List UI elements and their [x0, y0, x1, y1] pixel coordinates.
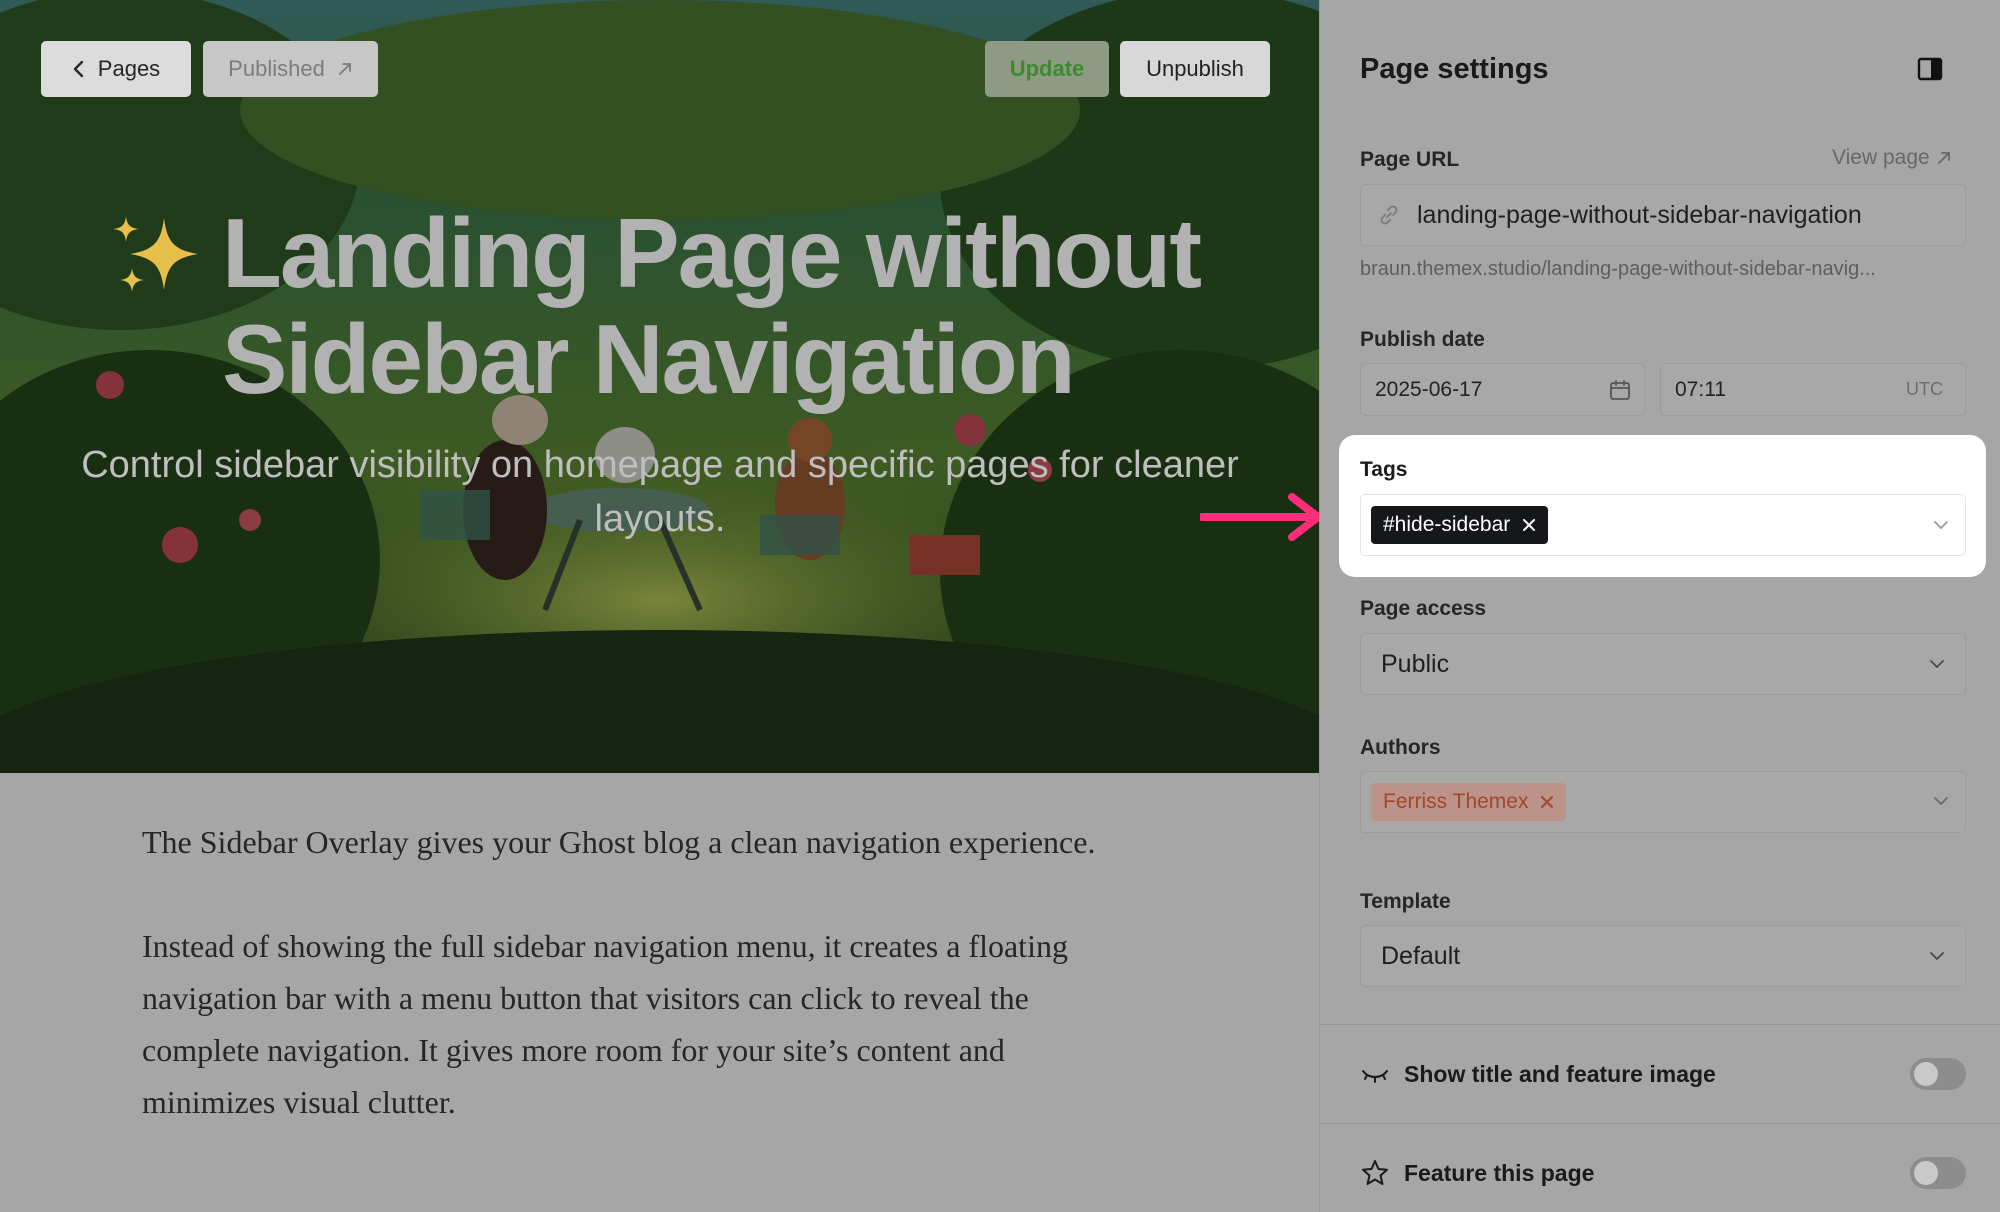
page-url-value: landing-page-without-sidebar-navigation — [1417, 200, 1862, 229]
published-link-button[interactable]: Published — [203, 41, 378, 97]
feature-page-toggle-row[interactable]: Feature this page — [1360, 1153, 1966, 1193]
page-url-input[interactable]: landing-page-without-sidebar-navigation — [1360, 184, 1966, 246]
template-select[interactable]: Default — [1360, 925, 1966, 987]
section-divider — [1320, 1024, 2000, 1025]
back-button-label: Pages — [97, 56, 161, 81]
feature-image[interactable]: Pages Published Update Unpublish Landing… — [0, 0, 1319, 773]
published-label: Published — [228, 56, 325, 81]
show-title-switch[interactable] — [1910, 1058, 1966, 1090]
chevron-left-icon — [73, 60, 83, 78]
publish-time-input[interactable]: 07:11 UTC — [1660, 363, 1966, 416]
eye-closed-icon — [1362, 1070, 1388, 1083]
chevron-down-icon — [1930, 660, 1944, 668]
article-paragraph: Instead of showing the full sidebar navi… — [142, 928, 1068, 1120]
unpublish-label: Unpublish — [1146, 56, 1244, 81]
page-url-label: Page URL — [1360, 148, 1460, 171]
template-label: Template — [1360, 890, 1451, 913]
article-paragraph: The Sidebar Overlay gives your Ghost blo… — [142, 824, 1096, 860]
publish-date-label: Publish date — [1360, 328, 1485, 351]
update-label: Update — [1009, 56, 1085, 81]
section-divider — [1320, 1123, 2000, 1124]
switch-knob — [1914, 1062, 1938, 1086]
chevron-down-icon[interactable] — [1933, 794, 1949, 808]
tag-chip[interactable]: #hide-sidebar — [1371, 506, 1549, 544]
chevron-down-icon — [1930, 952, 1944, 960]
external-arrow-icon — [338, 63, 351, 75]
publish-time-value: 07:11 — [1675, 377, 1726, 401]
tags-input[interactable]: #hide-sidebar — [1360, 494, 1966, 556]
tags-highlight-card: Tags #hide-sidebar — [1339, 435, 1986, 577]
link-icon — [1380, 205, 1398, 225]
page-access-select[interactable]: Public — [1360, 633, 1966, 695]
unpublish-button[interactable]: Unpublish — [1120, 41, 1270, 97]
remove-tag-icon[interactable] — [1522, 518, 1536, 532]
article-body[interactable]: The Sidebar Overlay gives your Ghost blo… — [142, 816, 1142, 1180]
switch-knob — [1914, 1161, 1938, 1185]
star-icon — [1362, 1160, 1388, 1185]
arrow-pointer-icon — [1200, 493, 1322, 541]
page-access-value: Public — [1381, 649, 1450, 678]
remove-author-icon[interactable] — [1540, 795, 1554, 809]
page-title[interactable]: Landing Page without Sidebar Navigation — [222, 200, 1302, 412]
page-excerpt[interactable]: Control sidebar visibility on homepage a… — [30, 438, 1290, 546]
page-access-label: Page access — [1360, 597, 1487, 620]
sparkles-icon — [113, 216, 198, 292]
chevron-down-icon[interactable] — [1933, 518, 1949, 532]
template-value: Default — [1381, 941, 1461, 970]
feature-page-switch[interactable] — [1910, 1157, 1966, 1189]
editor-area: Pages Published Update Unpublish Landing… — [0, 0, 1319, 1212]
view-page-link[interactable]: View page — [1832, 146, 1952, 170]
authors-input[interactable]: Ferriss Themex — [1360, 771, 1966, 833]
feature-page-label: Feature this page — [1404, 1159, 1595, 1186]
tags-label: Tags — [1360, 458, 1408, 481]
view-page-label: View page — [1832, 146, 1930, 169]
author-chip-label: Ferriss Themex — [1383, 790, 1529, 813]
panel-title: Page settings — [1360, 53, 1549, 85]
show-title-toggle-row[interactable]: Show title and feature image — [1360, 1054, 1966, 1094]
full-url-hint: braun.themex.studio/landing-page-without… — [1360, 258, 1876, 280]
publish-date-value: 2025-06-17 — [1375, 377, 1483, 401]
back-to-pages-button[interactable]: Pages — [41, 41, 191, 97]
publish-date-input[interactable]: 2025-06-17 — [1360, 363, 1645, 416]
sidebar-toggle-icon[interactable] — [1916, 55, 1944, 83]
authors-label: Authors — [1360, 736, 1441, 759]
show-title-label: Show title and feature image — [1404, 1060, 1716, 1087]
tag-chip-label: #hide-sidebar — [1383, 513, 1511, 536]
timezone-label: UTC — [1906, 379, 1943, 399]
update-button[interactable]: Update — [985, 41, 1109, 97]
calendar-icon — [1610, 379, 1630, 400]
external-arrow-icon — [1937, 152, 1950, 164]
author-chip[interactable]: Ferriss Themex — [1371, 783, 1567, 821]
page-settings-panel: Page settings Page URL View page landing… — [1319, 0, 2000, 1212]
